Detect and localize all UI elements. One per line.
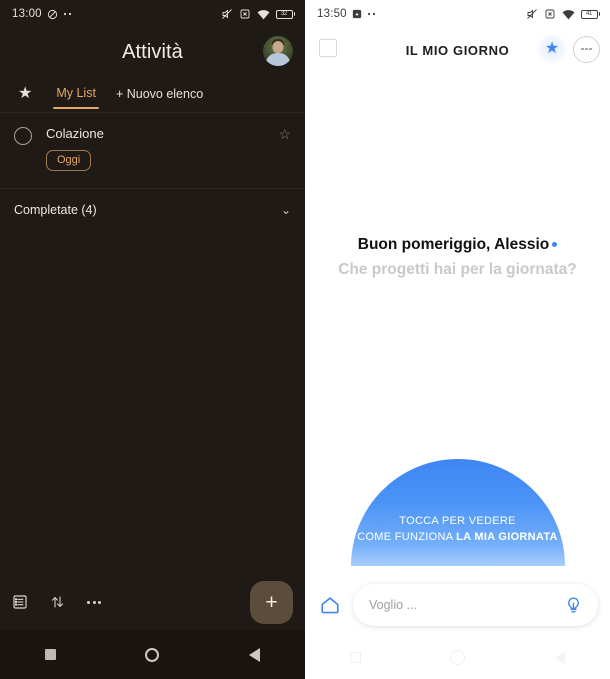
- do-not-disturb-icon: [47, 9, 57, 19]
- wifi-icon: [562, 9, 574, 19]
- left-system-navbar: [0, 630, 305, 679]
- tab-bar: ★ My List + Nuovo elenco: [0, 76, 305, 113]
- greeting-subtitle: Che progetti hai per la giornata?: [338, 261, 577, 278]
- onboarding-dome[interactable]: TOCCA PER VEDERE COME FUNZIONA LA MIA GI…: [350, 459, 565, 566]
- tab-new-list[interactable]: + Nuovo elenco: [116, 87, 203, 101]
- more-dots-icon: [367, 12, 375, 16]
- completed-label: Completate (4): [14, 203, 97, 217]
- add-task-fab[interactable]: +: [250, 581, 293, 624]
- overflow-menu-icon[interactable]: [87, 600, 101, 604]
- search-pill[interactable]: [353, 584, 598, 626]
- star-button[interactable]: ★: [537, 34, 567, 64]
- dome-caption: TOCCA PER VEDERE COME FUNZIONA LA MIA GI…: [323, 513, 593, 545]
- avatar-head: [272, 41, 284, 53]
- page-title: IL MIO GIORNO: [405, 42, 510, 58]
- dual-screenshot-container: 13:00 32 Attività ★ My List + Nuovo elen…: [0, 0, 610, 679]
- battery-level: 32: [275, 9, 293, 19]
- right-status-bar-right: 41: [526, 8, 600, 20]
- status-clock: 13:00: [12, 8, 42, 20]
- right-header-actions: ★: [537, 34, 600, 64]
- mute-icon: [221, 9, 232, 19]
- chevron-down-icon[interactable]: ⌄: [281, 204, 291, 216]
- left-app-header: Attività: [0, 28, 305, 76]
- battery-cap: [293, 12, 295, 16]
- battery-level: 41: [580, 9, 598, 19]
- greeting-text: Buon pomeriggio, Alessio: [357, 236, 550, 253]
- left-status-bar-left: 13:00: [12, 8, 73, 20]
- task-title: Colazione: [46, 126, 104, 141]
- status-clock: 13:50: [317, 8, 347, 20]
- left-bottom-toolbar: +: [0, 574, 305, 630]
- list-view-icon[interactable]: [12, 594, 28, 610]
- left-toolbar-icons: [12, 594, 101, 610]
- tab-my-list[interactable]: My List: [50, 80, 102, 109]
- battery-icon: 32: [275, 9, 295, 19]
- task-checkbox[interactable]: [14, 127, 32, 145]
- more-dots-icon: [63, 12, 71, 16]
- overflow-menu-icon[interactable]: [573, 35, 600, 63]
- no-sim-icon: [240, 9, 249, 19]
- avatar[interactable]: [263, 36, 293, 66]
- right-system-navbar: [305, 636, 610, 679]
- right-status-bar-left: 13:50: [317, 8, 377, 20]
- home-icon[interactable]: [145, 647, 160, 662]
- task-content: Colazione Oggi: [46, 126, 278, 171]
- right-app-header: IL MIO GIORNO ★: [305, 28, 610, 72]
- assistant-input-bar: [305, 574, 610, 636]
- completed-section-header[interactable]: Completate (4) ⌄: [0, 189, 305, 231]
- recents-icon[interactable]: [349, 652, 361, 663]
- home-icon[interactable]: [317, 592, 343, 618]
- dome-line-2-bold: LA MIA GIORNATA: [456, 531, 558, 543]
- task-star-icon[interactable]: ☆: [278, 127, 291, 141]
- right-phone-screen: 13:50 41 IL MIO GIORNO ★ Buon pomeriggio…: [305, 0, 610, 679]
- page-title: Attività: [122, 40, 183, 63]
- wifi-icon: [257, 9, 269, 19]
- left-status-bar-right: 32: [221, 8, 295, 20]
- task-row[interactable]: Colazione Oggi ☆: [0, 113, 305, 171]
- greeting-block: Buon pomeriggio, Alessio Che progetti ha…: [305, 235, 610, 281]
- home-icon[interactable]: [450, 650, 466, 665]
- search-input[interactable]: [367, 597, 562, 613]
- lightbulb-icon[interactable]: [562, 594, 584, 616]
- dome-line-1: TOCCA PER VEDERE: [399, 515, 516, 527]
- greeting-dot: [552, 242, 558, 248]
- dome-line-2: COME FUNZIONA LA MIA GIORNATA: [323, 529, 593, 545]
- avatar-body: [265, 53, 291, 66]
- left-phone-screen: 13:00 32 Attività ★ My List + Nuovo elen…: [0, 0, 305, 679]
- left-status-bar: 13:00 32: [0, 0, 305, 28]
- dome-line-2-prefix: COME FUNZIONA: [357, 531, 457, 543]
- greeting-title: Buon pomeriggio, Alessio: [319, 235, 596, 255]
- no-sim-icon: [545, 9, 554, 19]
- task-due-chip[interactable]: Oggi: [46, 150, 92, 171]
- mute-icon: [526, 9, 537, 19]
- selection-checkbox[interactable]: [319, 39, 337, 57]
- sort-icon[interactable]: [50, 594, 65, 610]
- back-icon[interactable]: [249, 647, 261, 662]
- right-status-bar: 13:50 41: [305, 0, 610, 28]
- recents-icon[interactable]: [44, 649, 56, 660]
- screenshot-icon: [352, 9, 361, 19]
- starred-tab-icon[interactable]: ★: [14, 84, 36, 104]
- battery-icon: 41: [580, 9, 600, 19]
- battery-cap: [598, 12, 600, 16]
- back-icon[interactable]: [555, 650, 566, 665]
